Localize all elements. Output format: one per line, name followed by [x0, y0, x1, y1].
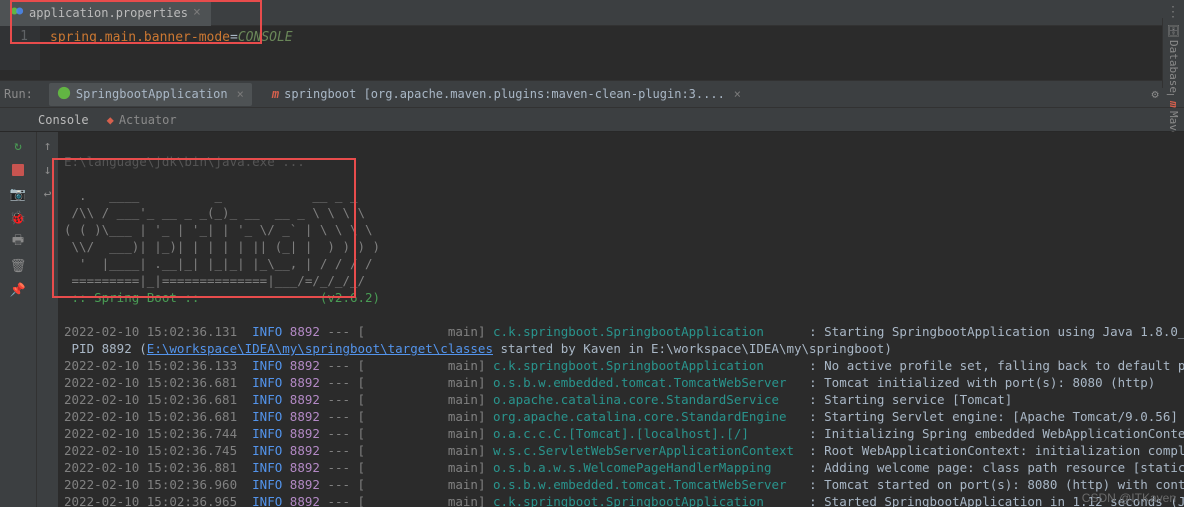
line-number: 1	[0, 26, 40, 48]
close-icon[interactable]: ×	[730, 87, 741, 101]
run-config-label: springboot [org.apache.maven.plugins:mav…	[284, 87, 725, 101]
run-body: ↻ 📷 🐞 🖶 🗑 📌 ↑ ↓ ↩ E:\language\jdk\bin\ja…	[0, 132, 1184, 507]
tab-close-icon[interactable]: ×	[193, 5, 201, 20]
spring-icon	[57, 86, 71, 103]
properties-file-icon	[10, 4, 24, 21]
editor-pane: application.properties × 1 spring.main.b…	[0, 0, 1184, 80]
code-line-1[interactable]: 1 spring.main.banner-mode=CONSOLE	[0, 26, 1184, 48]
debug-icon[interactable]: 🐞	[10, 210, 26, 226]
close-icon[interactable]: ×	[233, 87, 244, 101]
rerun-icon[interactable]: ↻	[10, 138, 26, 154]
run-config-springboot[interactable]: SpringbootApplication ×	[49, 83, 252, 106]
tool-database[interactable]: 🗄Database	[1167, 23, 1180, 93]
tab-actuator[interactable]: ◆Actuator	[107, 113, 177, 127]
pin-icon[interactable]: 📌	[10, 282, 26, 298]
code-text: spring.main.banner-mode=CONSOLE	[40, 30, 293, 45]
banner-line: . ____ _ __ _ _	[64, 188, 358, 203]
run-panel: Run: SpringbootApplication × m springboo…	[0, 80, 1184, 507]
watermark: CSDN @ITKaven	[1082, 491, 1176, 505]
up-icon[interactable]: ↑	[40, 138, 56, 154]
banner-line: /\\ / ___'_ __ _ _(_)_ __ __ _ \ \ \ \	[64, 205, 365, 220]
spring-boot-version-line: :: Spring Boot :: (v2.6.2)	[64, 290, 380, 305]
run-tabs: Console ◆Actuator	[0, 108, 1184, 132]
settings-icon[interactable]: ⚙	[1152, 87, 1159, 101]
banner-line: \\/ ___)| |_)| | | | | || (_| | ) ) ) )	[64, 239, 380, 254]
soft-wrap-icon[interactable]: ↩	[40, 186, 56, 202]
editor-tab-application-properties[interactable]: application.properties ×	[0, 0, 211, 26]
right-tool-window-bar: 🗄Database mMaven	[1162, 18, 1184, 88]
run-config-maven[interactable]: m springboot [org.apache.maven.plugins:m…	[264, 84, 749, 104]
editor-tabs: application.properties ×	[0, 0, 1184, 26]
banner-line: =========|_|==============|___/=/_/_/_/	[64, 273, 365, 288]
property-value: CONSOLE	[238, 30, 293, 45]
banner-line: ' |____| .__|_| |_|_| |_\__, | / / / /	[64, 256, 373, 271]
maven-icon: m	[272, 87, 279, 101]
console-output[interactable]: E:\language\jdk\bin\java.exe ... . ____ …	[58, 132, 1184, 507]
run-config-label: SpringbootApplication	[76, 87, 228, 101]
camera-icon[interactable]: 📷	[10, 186, 26, 202]
tab-label: application.properties	[29, 6, 188, 20]
run-label: Run:	[4, 87, 37, 101]
run-sidebar-left: ↻ 📷 🐞 🖶 🗑 📌	[0, 132, 36, 507]
run-header: Run: SpringbootApplication × m springboo…	[0, 80, 1184, 108]
stop-icon[interactable]	[10, 162, 26, 178]
banner-line: ( ( )\___ | '_ | '_| | '_ \/ _` | \ \ \ …	[64, 222, 373, 237]
console-cmd: E:\language\jdk\bin\java.exe ...	[64, 154, 305, 169]
editor-body: 1 spring.main.banner-mode=CONSOLE	[0, 26, 1184, 80]
print-icon[interactable]: 🖶	[10, 234, 26, 250]
down-icon[interactable]: ↓	[40, 162, 56, 178]
tab-console[interactable]: Console	[38, 113, 89, 127]
property-key: spring.main.banner-mode	[50, 30, 230, 45]
delete-icon[interactable]: 🗑	[10, 258, 26, 274]
run-sidebar-left2: ↑ ↓ ↩	[36, 132, 58, 507]
actuator-icon: ◆	[107, 113, 114, 127]
